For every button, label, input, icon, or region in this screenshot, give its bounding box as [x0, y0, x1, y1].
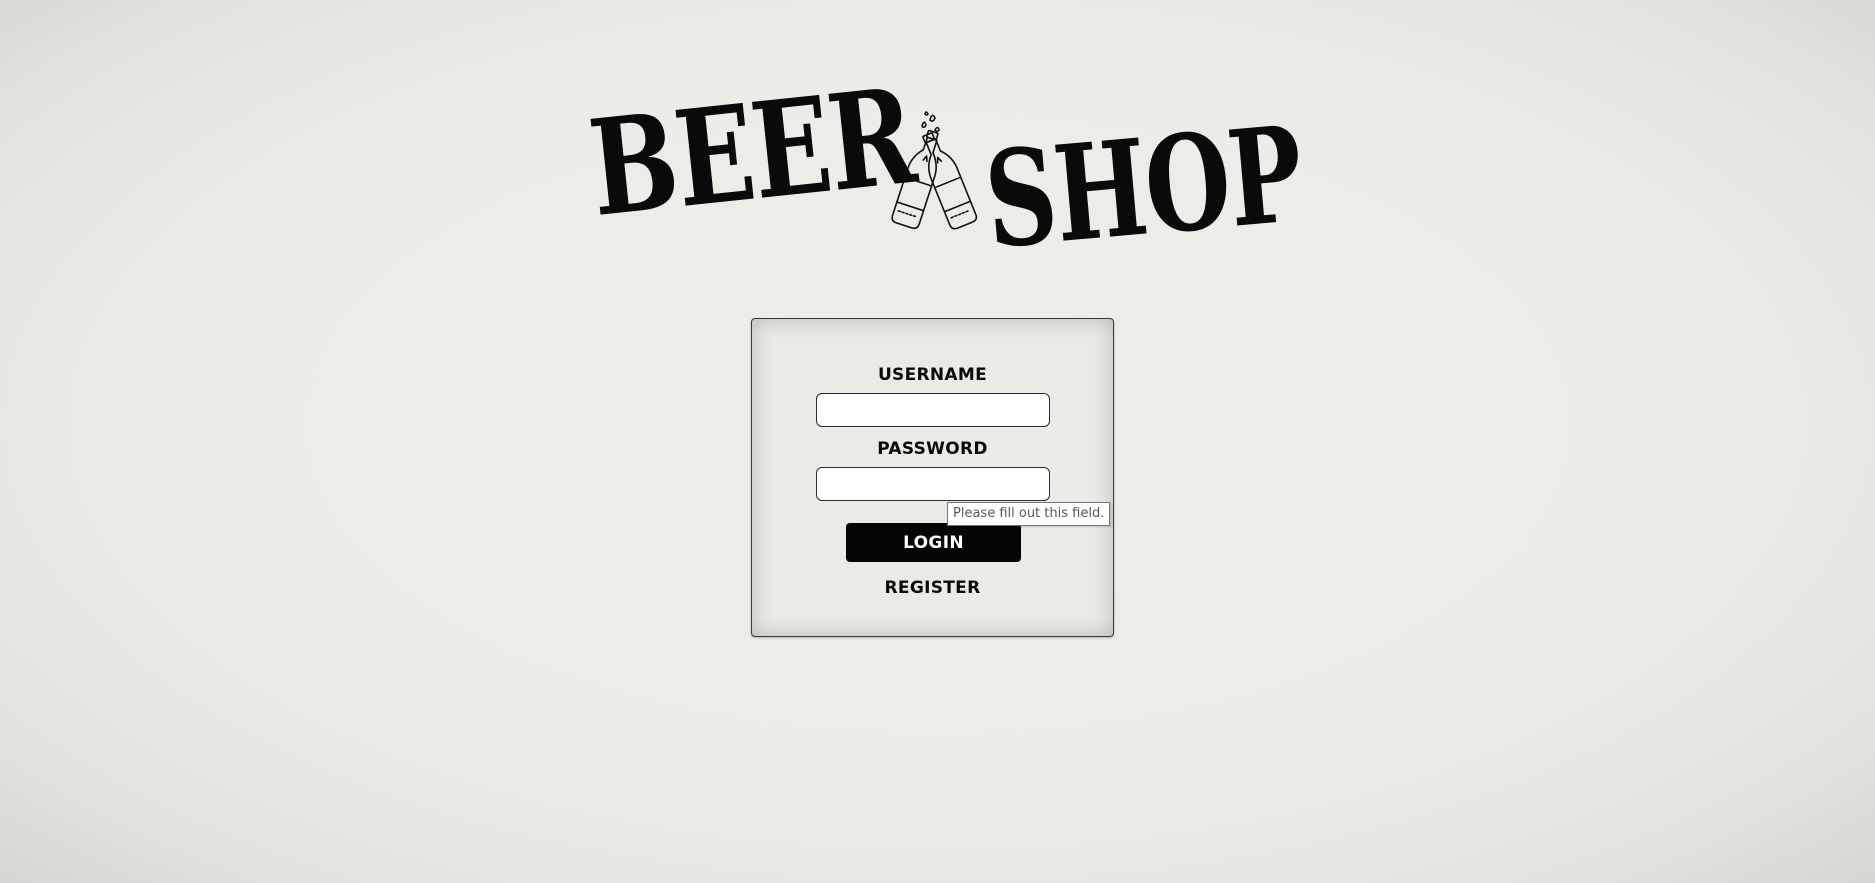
beer-bottles-icon — [891, 111, 978, 230]
beer-shop-logo: BEER SHOP — [583, 59, 1307, 279]
logo-word-beer: BEER — [582, 58, 921, 247]
password-label: PASSWORD — [877, 439, 988, 459]
register-link[interactable]: REGISTER — [752, 578, 1113, 598]
username-label: USERNAME — [877, 365, 988, 385]
username-input[interactable] — [816, 393, 1050, 427]
login-button[interactable]: LOGIN — [846, 523, 1021, 562]
validation-tooltip: Please fill out this field. — [947, 502, 1111, 526]
logo-word-shop: SHOP — [979, 97, 1308, 279]
password-input[interactable] — [816, 467, 1050, 501]
login-form: USERNAME PASSWORD LOGIN REGISTER — [751, 318, 1114, 637]
